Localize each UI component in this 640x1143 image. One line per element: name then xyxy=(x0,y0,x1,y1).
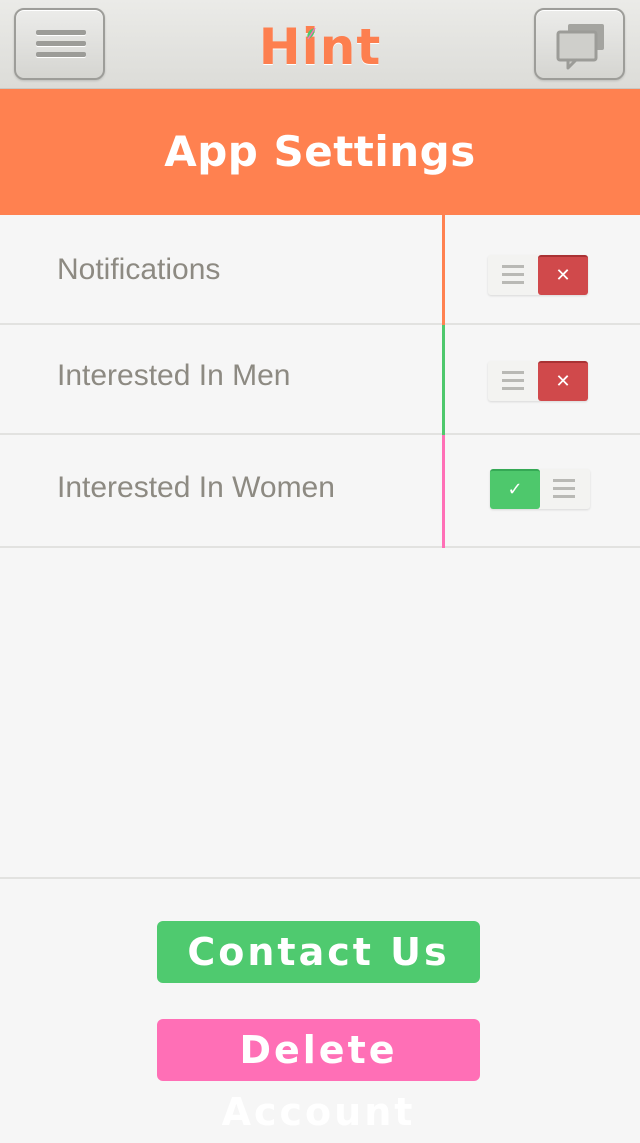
row-divider xyxy=(442,215,445,325)
row-divider xyxy=(442,325,445,435)
setting-row-interested-in-women: Interested In Women ✓ xyxy=(0,435,640,548)
interested-in-men-toggle[interactable]: ✕ xyxy=(488,361,588,401)
grip-icon xyxy=(502,371,524,391)
chat-bubbles-icon xyxy=(556,24,604,70)
grip-icon xyxy=(553,479,575,499)
toggle-knob-on: ✓ xyxy=(490,469,540,509)
page-title: App Settings xyxy=(164,127,476,176)
bottom-separator xyxy=(0,877,640,879)
contact-us-button[interactable]: Contact Us xyxy=(157,921,480,983)
grip-icon xyxy=(502,265,524,285)
page-header: App Settings xyxy=(0,89,640,215)
setting-label: Notifications xyxy=(57,253,221,286)
check-icon: ✓ xyxy=(507,479,523,500)
logo-leaf-icon xyxy=(307,28,316,40)
setting-row-interested-in-men: Interested In Men ✕ xyxy=(0,325,640,435)
x-icon: ✕ xyxy=(555,371,571,392)
x-icon: ✕ xyxy=(555,265,571,286)
messages-button[interactable] xyxy=(534,8,625,80)
setting-label: Interested In Women xyxy=(57,471,335,504)
setting-row-notifications: Notifications ✕ xyxy=(0,215,640,325)
toggle-knob-off: ✕ xyxy=(538,361,588,401)
top-bar: Hint xyxy=(0,0,640,89)
toggle-knob-off: ✕ xyxy=(538,255,588,295)
interested-in-women-toggle[interactable]: ✓ xyxy=(490,469,590,509)
setting-label: Interested In Men xyxy=(57,359,291,392)
row-divider xyxy=(442,435,445,548)
delete-account-button[interactable]: Delete Account xyxy=(157,1019,480,1134)
notifications-toggle[interactable]: ✕ xyxy=(488,255,588,295)
